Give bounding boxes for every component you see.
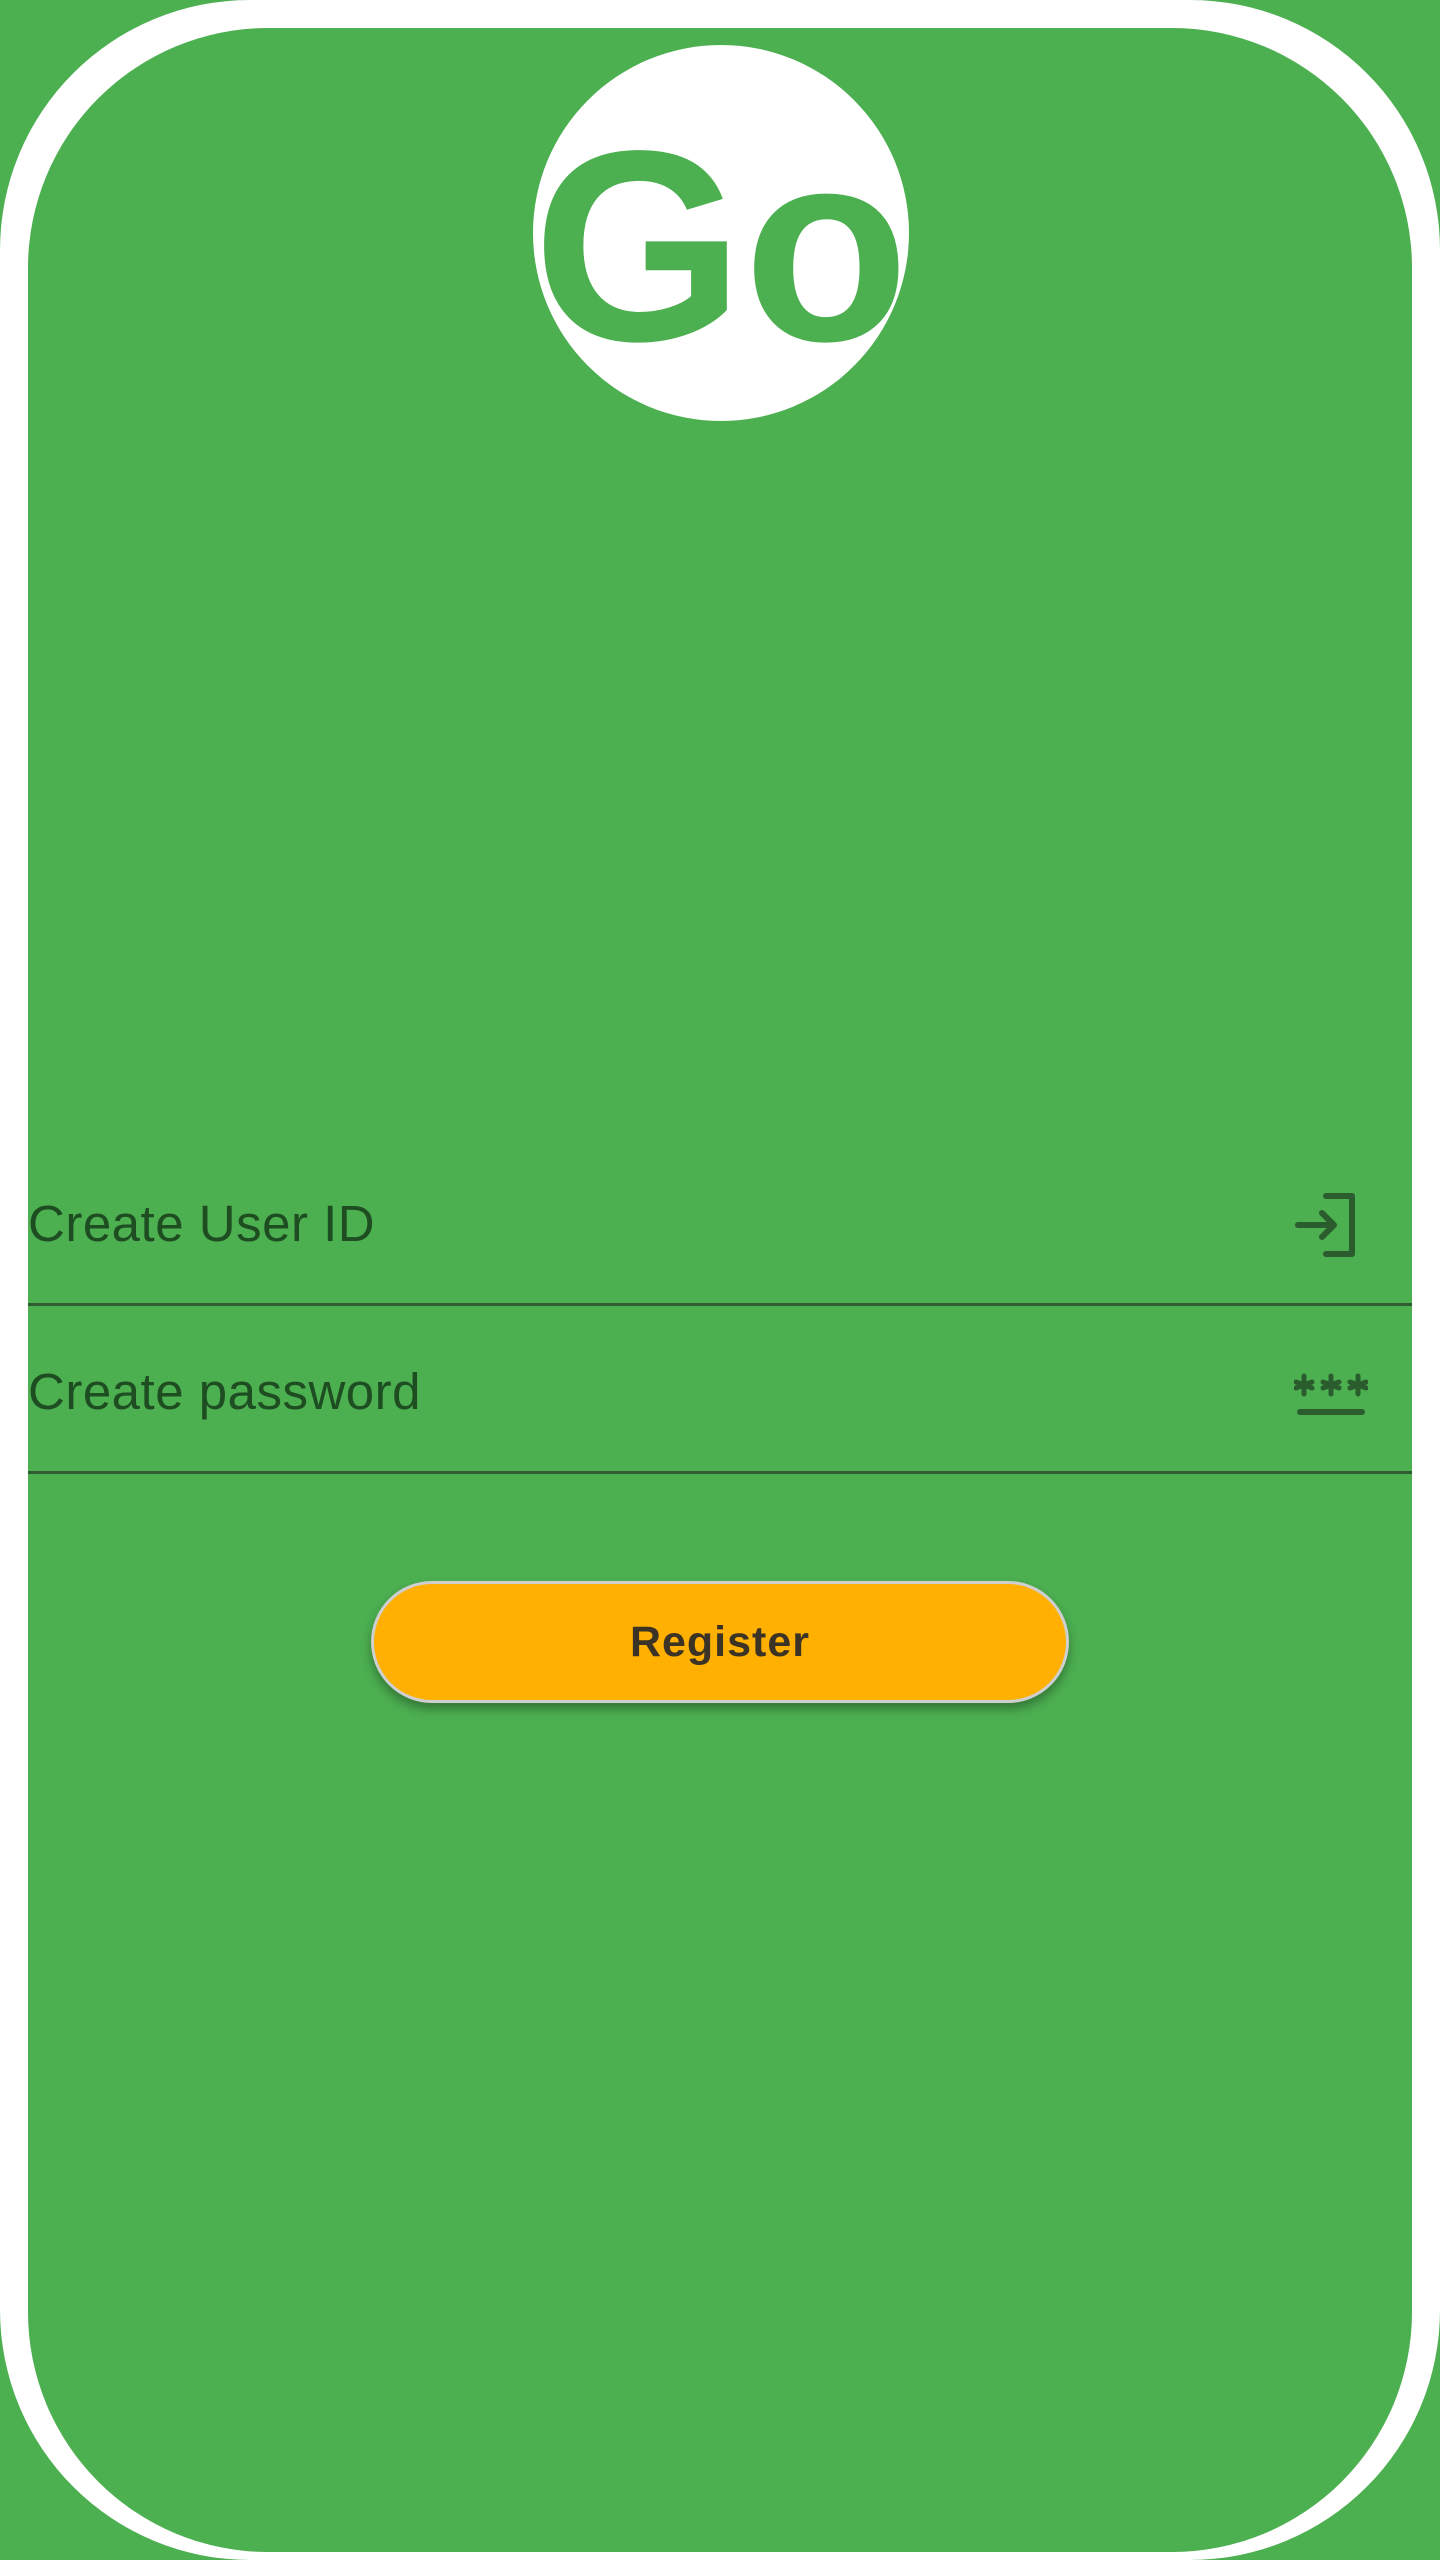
password-icon [1294,1373,1368,1415]
password-field[interactable]: Create password [28,1296,1412,1474]
app-logo: Go [533,45,909,421]
password-underline [28,1471,1412,1474]
register-button-label: Register [629,1617,811,1666]
logo-text: Go [533,94,909,398]
register-button[interactable]: Register [371,1581,1069,1703]
go-logo-mark: Go [533,94,909,398]
password-placeholder[interactable]: Create password [28,1366,421,1417]
user-id-field[interactable]: Create User ID [28,1128,1412,1306]
login-icon [1295,1193,1355,1257]
app-screen: Go Create User ID Create password Regist… [28,28,1412,2552]
device-frame: Go Create User ID Create password Regist… [0,0,1440,2560]
user-id-placeholder[interactable]: Create User ID [28,1198,375,1249]
